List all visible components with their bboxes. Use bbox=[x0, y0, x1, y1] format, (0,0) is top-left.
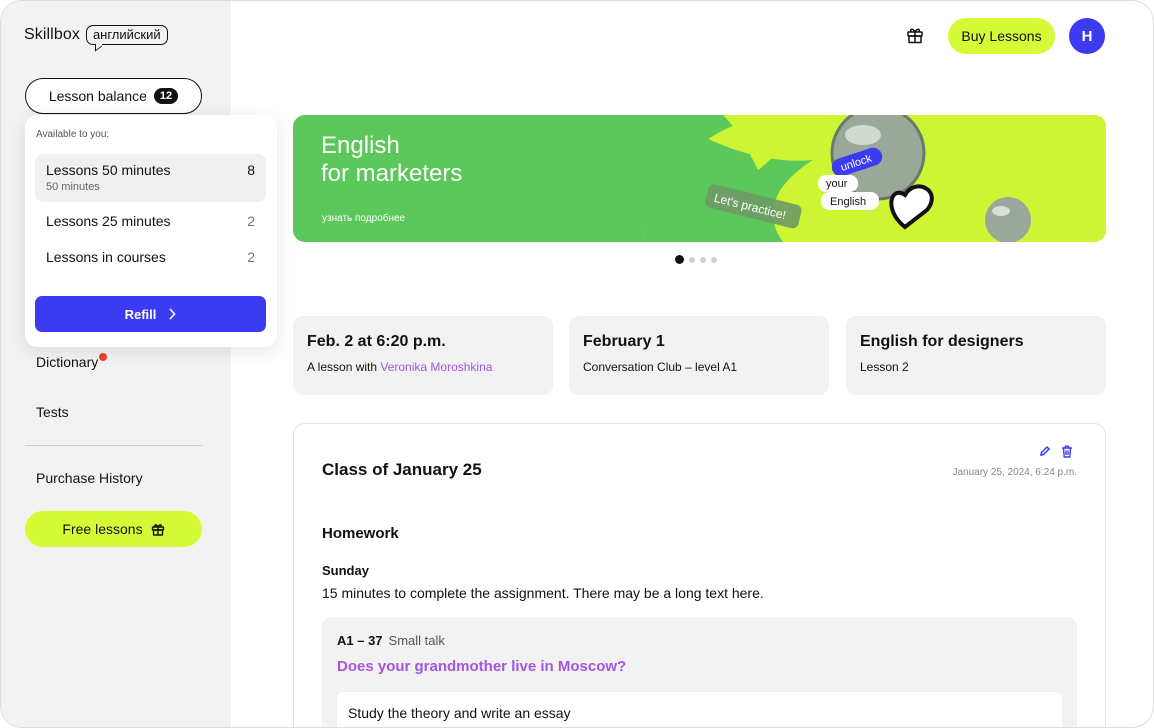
lesson-balance-button[interactable]: Lesson balance 12 bbox=[25, 78, 202, 114]
gift-icon bbox=[151, 524, 164, 536]
notification-dot bbox=[99, 353, 107, 361]
free-lessons-button[interactable]: Free lessons bbox=[25, 511, 202, 547]
task-question[interactable]: Does your grandmother live in Moscow? bbox=[337, 658, 626, 675]
gift-icon[interactable] bbox=[906, 26, 924, 44]
teacher-link[interactable]: Veronika Moroshkina bbox=[380, 360, 492, 374]
chevron-right-icon bbox=[169, 308, 176, 320]
edit-icon[interactable] bbox=[1039, 445, 1051, 457]
sidebar-item-purchase-history[interactable]: Purchase History bbox=[36, 470, 143, 486]
banner-title: English for marketers bbox=[321, 132, 462, 188]
event-card-title: English for designers bbox=[860, 333, 1024, 350]
homework-heading: Homework bbox=[322, 525, 399, 542]
lesson-panel: Class of January 25 January 25, 2024, 6:… bbox=[293, 423, 1106, 727]
event-card-sub: Lesson 2 bbox=[860, 360, 909, 374]
refill-button[interactable]: Refill bbox=[35, 296, 266, 332]
event-card-sub: Conversation Club – level A1 bbox=[583, 360, 738, 374]
event-card-title: February 1 bbox=[583, 333, 665, 350]
refill-label: Refill bbox=[124, 306, 157, 322]
task-code: A1 – 37 bbox=[337, 633, 383, 648]
logo-tag: английский bbox=[85, 25, 168, 45]
balance-item-count: 2 bbox=[247, 249, 255, 265]
banner-title-line2: for marketers bbox=[321, 160, 463, 187]
balance-item-label: Lessons in courses bbox=[46, 249, 166, 265]
homework-day: Sunday bbox=[322, 563, 369, 578]
carousel-dot[interactable] bbox=[675, 255, 684, 264]
lesson-date: January 25, 2024, 6:24 p.m. bbox=[952, 467, 1077, 478]
balance-item-25min[interactable]: Lessons 25 minutes 2 bbox=[35, 213, 266, 235]
balance-item-50min[interactable]: Lessons 50 minutes 50 minutes 8 bbox=[35, 154, 266, 202]
banner-learn-more-link[interactable]: узнать подробнее bbox=[322, 213, 405, 224]
free-lessons-label: Free lessons bbox=[62, 521, 143, 537]
lesson-actions bbox=[1039, 445, 1073, 458]
logo-text: Skillbox bbox=[24, 26, 80, 43]
carousel-dot[interactable] bbox=[689, 256, 695, 263]
event-card[interactable]: February 1 Conversation Club – level A1 bbox=[569, 316, 829, 395]
event-card[interactable]: Feb. 2 at 6:20 p.m. A lesson with Veroni… bbox=[293, 316, 553, 395]
buy-lessons-button[interactable]: Buy Lessons bbox=[948, 18, 1055, 54]
banner-sticker-english: English bbox=[830, 196, 866, 208]
event-card-sub-text: A lesson with bbox=[307, 360, 381, 374]
banner-title-line1: English bbox=[321, 132, 400, 159]
task-instruction: Study the theory and write an essay bbox=[337, 692, 1062, 727]
carousel-dot[interactable] bbox=[700, 256, 706, 263]
dropdown-heading: Available to you: bbox=[36, 129, 110, 140]
sidebar-divider bbox=[25, 445, 203, 446]
balance-item-count: 8 bbox=[247, 162, 255, 178]
balance-item-label: Lessons 25 minutes bbox=[46, 213, 171, 229]
lesson-balance-count: 12 bbox=[153, 88, 179, 104]
event-card-title: Feb. 2 at 6:20 p.m. bbox=[307, 333, 446, 350]
carousel-dots bbox=[675, 255, 717, 264]
sidebar-item-tests[interactable]: Tests bbox=[36, 404, 69, 420]
avatar[interactable]: H bbox=[1069, 18, 1105, 54]
balance-item-label: Lessons 50 minutes bbox=[46, 162, 171, 178]
promo-banner[interactable]: Let's practice! unlock your English Engl… bbox=[293, 115, 1106, 242]
balance-item-courses[interactable]: Lessons in courses 2 bbox=[35, 249, 266, 271]
task-topic: Small talk bbox=[388, 633, 445, 648]
task-meta: A1 – 37 Small talk bbox=[337, 633, 445, 648]
carousel-dot[interactable] bbox=[711, 256, 717, 263]
homework-task[interactable]: A1 – 37 Small talk Does your grandmother … bbox=[322, 617, 1077, 727]
event-card-sub: A lesson with Veronika Moroshkina bbox=[307, 360, 539, 374]
event-card[interactable]: English for designers Lesson 2 bbox=[846, 316, 1106, 395]
app-window: Skillbox английский Lesson balance 12 Di… bbox=[0, 0, 1154, 728]
lesson-balance-dropdown: Available to you: Lessons 50 minutes 50 … bbox=[25, 115, 277, 347]
banner-sticker-your: your bbox=[826, 178, 848, 190]
sidebar-item-dictionary[interactable]: Dictionary bbox=[36, 354, 98, 370]
lesson-title: Class of January 25 bbox=[322, 460, 482, 479]
balance-item-count: 2 bbox=[247, 213, 255, 229]
logo[interactable]: Skillbox английский bbox=[24, 25, 168, 45]
sidebar: Skillbox английский Lesson balance 12 Di… bbox=[1, 1, 231, 727]
trash-icon[interactable] bbox=[1061, 445, 1073, 458]
balance-item-sub: 50 minutes bbox=[46, 181, 100, 193]
lesson-balance-label: Lesson balance bbox=[48, 88, 147, 104]
homework-description: 15 minutes to complete the assignment. T… bbox=[322, 585, 764, 601]
